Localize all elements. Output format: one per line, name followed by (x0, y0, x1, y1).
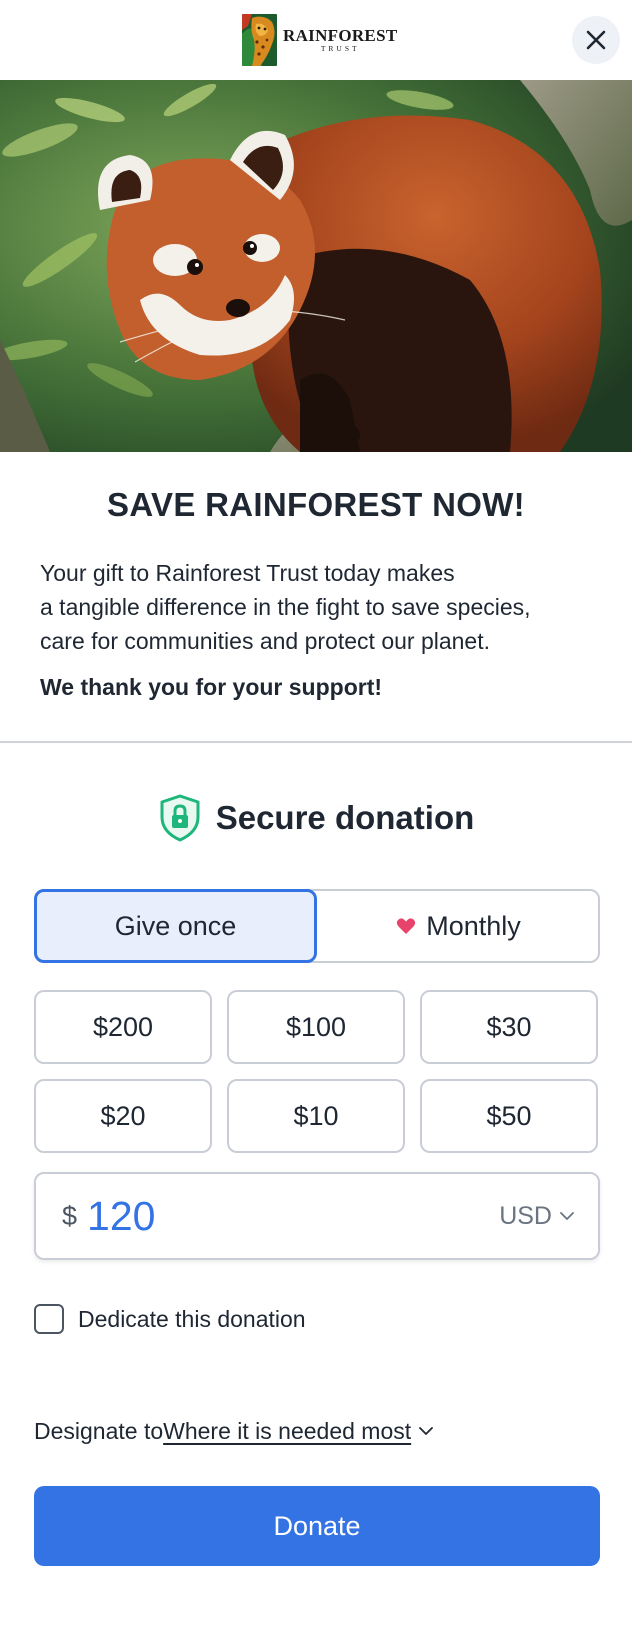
designate-dropdown[interactable]: Where it is needed most (163, 1418, 411, 1445)
amount-option-50[interactable]: $50 (420, 1079, 598, 1153)
monthly-button[interactable]: Monthly (317, 891, 600, 961)
close-button[interactable] (572, 16, 620, 64)
thanks-text: We thank you for your support! (40, 674, 383, 700)
close-icon (586, 30, 606, 50)
secure-donation-label: Secure donation (215, 799, 475, 836)
monthly-label: Monthly (426, 910, 521, 941)
intro-description: Your gift to Rainforest Trust today make… (40, 560, 531, 654)
amount-option-200[interactable]: $200 (34, 990, 212, 1064)
dedicate-label: Dedicate this donation (78, 1305, 306, 1332)
amount-options: $200 $100 $30 $20 $10 $50 (34, 990, 600, 1153)
frequency-toggle: Give once Monthly (34, 889, 600, 963)
hero-image (0, 80, 632, 452)
amount-option-100[interactable]: $100 (227, 990, 405, 1064)
dedicate-checkbox[interactable] (34, 1304, 64, 1334)
designate-row: Designate to Where it is needed most (34, 1415, 434, 1447)
custom-amount-field[interactable]: $ 120 USD (34, 1172, 600, 1260)
logo-line-2: TRUST (320, 44, 360, 54)
give-once-button[interactable]: Give once (34, 889, 317, 963)
currency-select[interactable]: USD (499, 1202, 574, 1231)
header: RAINFOREST TRUST (0, 0, 632, 80)
chevron-down-icon (552, 1211, 574, 1221)
logo-text: RAINFOREST TRUST (283, 27, 397, 53)
shield-lock-icon (158, 793, 202, 843)
jaguar-logo-icon (242, 14, 277, 66)
heart-icon (396, 917, 416, 935)
currency-label: USD (499, 1201, 552, 1230)
amount-option-30[interactable]: $30 (420, 990, 598, 1064)
rainforest-trust-logo[interactable]: RAINFOREST TRUST (242, 14, 397, 66)
amount-option-20[interactable]: $20 (34, 1079, 212, 1153)
section-divider (0, 741, 632, 743)
designate-prefix: Designate to (34, 1417, 164, 1444)
logo-line-1: RAINFOREST (283, 26, 398, 46)
chevron-down-icon[interactable] (419, 1426, 434, 1436)
donate-button[interactable]: Donate (34, 1486, 600, 1566)
amount-option-10[interactable]: $10 (227, 1079, 405, 1153)
currency-symbol: $ (62, 1200, 78, 1231)
secure-donation-header: Secure donation (0, 790, 632, 846)
dedicate-checkbox-row[interactable]: Dedicate this donation (34, 1303, 306, 1335)
page-title: SAVE RAINFOREST NOW! (107, 486, 525, 523)
amount-value[interactable]: 120 (87, 1193, 499, 1240)
